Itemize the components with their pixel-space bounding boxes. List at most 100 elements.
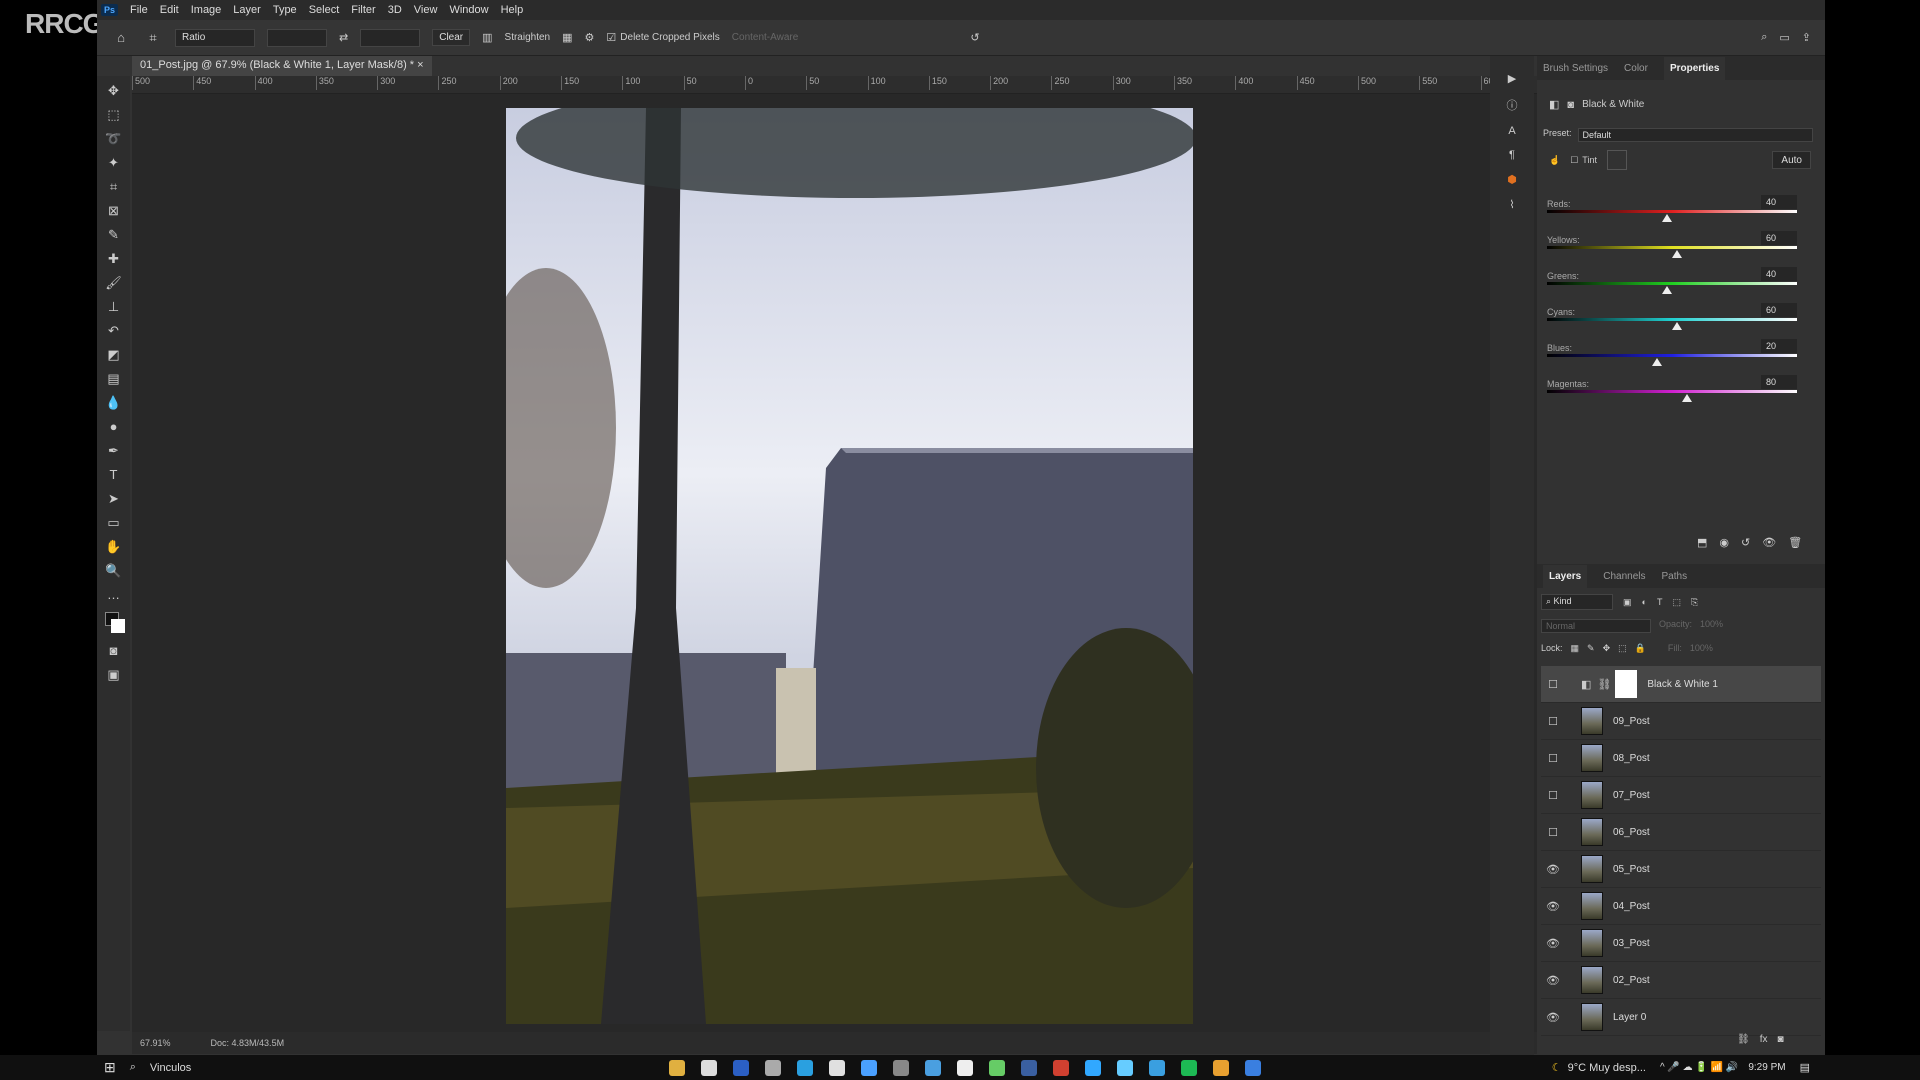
layer-row[interactable]: 👁 05_Post — [1541, 851, 1821, 888]
slider-thumb[interactable] — [1652, 358, 1662, 366]
path-select-icon[interactable]: ➤ — [104, 490, 124, 508]
taskbar-app-icon[interactable] — [1213, 1059, 1230, 1076]
taskbar-app-icon[interactable] — [765, 1059, 782, 1076]
eye-icon[interactable]: 👁 — [1541, 900, 1565, 913]
tab-layers[interactable]: Layers — [1543, 564, 1588, 588]
content-aware-label[interactable]: Content-Aware — [732, 32, 799, 43]
taskbar-app-icon[interactable] — [925, 1059, 942, 1076]
targeted-adjustment-hand-icon[interactable]: ☝ — [1549, 155, 1560, 166]
pixel-filter-icon[interactable]: ▣ — [1623, 597, 1632, 608]
visibility-toggle[interactable]: ☐ — [1541, 715, 1565, 728]
workspace-icon[interactable]: ▭ — [1779, 31, 1789, 44]
menu-layer[interactable]: Layer — [233, 4, 261, 16]
mask-icon[interactable]: ◙ — [1567, 99, 1574, 111]
menu-image[interactable]: Image — [191, 4, 222, 16]
slider-thumb[interactable] — [1672, 250, 1682, 258]
notifications-icon[interactable]: ▤ — [1800, 1061, 1810, 1074]
canvas-area[interactable] — [132, 94, 1580, 1032]
blend-mode-select[interactable]: Normal — [1541, 619, 1651, 633]
hand-icon[interactable]: ✋ — [104, 538, 124, 556]
tab-brush-settings[interactable]: Brush Settings — [1543, 63, 1608, 74]
color-swatches-icon[interactable] — [104, 610, 125, 636]
marquee-tool-icon[interactable]: ⬚ — [104, 106, 124, 124]
paragraph-icon[interactable]: ¶ — [1509, 149, 1515, 161]
visibility-toggle[interactable]: ☐ — [1541, 826, 1565, 839]
taskbar-app-icon[interactable] — [733, 1059, 750, 1076]
slider-value-input[interactable]: 40 — [1761, 267, 1797, 281]
quick-mask-icon[interactable]: ◙ — [104, 642, 124, 660]
move-tool-icon[interactable]: ✥ — [104, 82, 124, 100]
visibility-toggle[interactable]: ☐ — [1541, 678, 1565, 691]
brush-icon[interactable]: 🖌 — [104, 274, 124, 292]
adjustment-filter-icon[interactable]: ◐ — [1642, 597, 1647, 607]
layer-mask-thumbnail[interactable] — [1615, 670, 1638, 698]
lock-artboard-icon[interactable]: ⬚ — [1618, 643, 1627, 654]
share-icon[interactable]: ⇪ — [1802, 31, 1811, 44]
taskbar-app-icon[interactable] — [701, 1059, 718, 1076]
menu-window[interactable]: Window — [449, 4, 488, 16]
type-icon[interactable]: T — [104, 466, 124, 484]
menu-3d[interactable]: 3D — [388, 4, 402, 16]
tint-checkbox[interactable]: ☐ — [1570, 155, 1578, 166]
lock-transparent-icon[interactable]: ▦ — [1571, 643, 1580, 654]
smart-object-filter-icon[interactable]: ⎘ — [1691, 597, 1698, 608]
brush-presets-icon[interactable]: ⌇ — [1509, 198, 1514, 211]
slider-track[interactable] — [1547, 282, 1797, 285]
layer-row[interactable]: 👁 04_Post — [1541, 888, 1821, 925]
more-tools-icon[interactable]: … — [104, 586, 124, 604]
slider-reds[interactable]: Reds: 40 — [1547, 195, 1797, 222]
width-input[interactable] — [267, 28, 327, 47]
eye-icon[interactable]: 👁 — [1541, 863, 1565, 876]
slider-blues[interactable]: Blues: 20 — [1547, 339, 1797, 366]
kind-filter-select[interactable]: ⌕ Kind — [1541, 594, 1613, 610]
adjustment-icon[interactable]: ◧ — [1549, 98, 1559, 111]
taskbar-app-icon[interactable] — [1245, 1059, 1262, 1076]
slider-value-input[interactable]: 40 — [1761, 195, 1797, 209]
layer-row[interactable]: 👁 Layer 0 — [1541, 999, 1821, 1036]
tab-channels[interactable]: Channels — [1603, 571, 1645, 582]
tint-color-swatch[interactable] — [1606, 150, 1627, 170]
slider-cyans[interactable]: Cyans: 60 — [1547, 303, 1797, 330]
search-taskbar-icon[interactable]: ⌕ — [130, 1061, 136, 1074]
document-image[interactable] — [506, 108, 1193, 1024]
reset-icon[interactable]: ↺ — [970, 31, 979, 44]
taskbar-app-icon[interactable] — [989, 1059, 1006, 1076]
taskbar-app-icon[interactable] — [1021, 1059, 1038, 1076]
menu-edit[interactable]: Edit — [160, 4, 179, 16]
layer-row[interactable]: ☐ 09_Post — [1541, 703, 1821, 740]
taskbar-app-icon[interactable] — [1149, 1059, 1166, 1076]
home-icon[interactable]: ⌂ — [111, 29, 131, 47]
document-tab[interactable]: 01_Post.jpg @ 67.9% (Black & White 1, La… — [132, 56, 432, 76]
search-icon[interactable]: ⌕ — [1761, 31, 1767, 44]
layer-row[interactable]: ☐ 07_Post — [1541, 777, 1821, 814]
toggle-visibility-icon[interactable]: 👁 — [1762, 536, 1776, 549]
screen-mode-icon[interactable]: ▣ — [104, 666, 124, 684]
taskbar-app-icon[interactable] — [797, 1059, 814, 1076]
layer-row[interactable]: ☐ 08_Post — [1541, 740, 1821, 777]
slider-track[interactable] — [1547, 354, 1797, 357]
slider-thumb[interactable] — [1662, 214, 1672, 222]
delete-adjustment-icon[interactable]: 🗑 — [1788, 536, 1802, 549]
windows-start-icon[interactable]: ⊞ — [104, 1059, 116, 1076]
slider-greens[interactable]: Greens: 40 — [1547, 267, 1797, 294]
slider-value-input[interactable]: 80 — [1761, 375, 1797, 389]
visibility-toggle[interactable]: ☐ — [1541, 789, 1565, 802]
taskbar-app-icon[interactable] — [893, 1059, 910, 1076]
slider-value-input[interactable]: 60 — [1761, 303, 1797, 317]
visibility-toggle[interactable]: ☐ — [1541, 752, 1565, 765]
type-filter-icon[interactable]: T — [1657, 597, 1663, 607]
lock-all-icon[interactable]: 🔒 — [1635, 643, 1646, 654]
zoom-icon[interactable]: 🔍 — [104, 562, 124, 580]
lock-image-icon[interactable]: ✎ — [1587, 643, 1595, 654]
zoom-level[interactable]: 67.91% — [140, 1038, 171, 1048]
menu-select[interactable]: Select — [309, 4, 340, 16]
slider-value-input[interactable]: 60 — [1761, 231, 1797, 245]
slider-thumb[interactable] — [1662, 286, 1672, 294]
ratio-select[interactable]: Ratio — [175, 28, 255, 47]
eye-icon[interactable]: 👁 — [1541, 937, 1565, 950]
close-tab-icon[interactable]: × — [417, 59, 423, 71]
stamp-icon[interactable]: ⊥ — [104, 298, 124, 316]
crop-tool-icon[interactable]: ⌗ — [143, 29, 163, 47]
clear-button[interactable]: Clear — [432, 29, 471, 46]
menu-view[interactable]: View — [414, 4, 438, 16]
